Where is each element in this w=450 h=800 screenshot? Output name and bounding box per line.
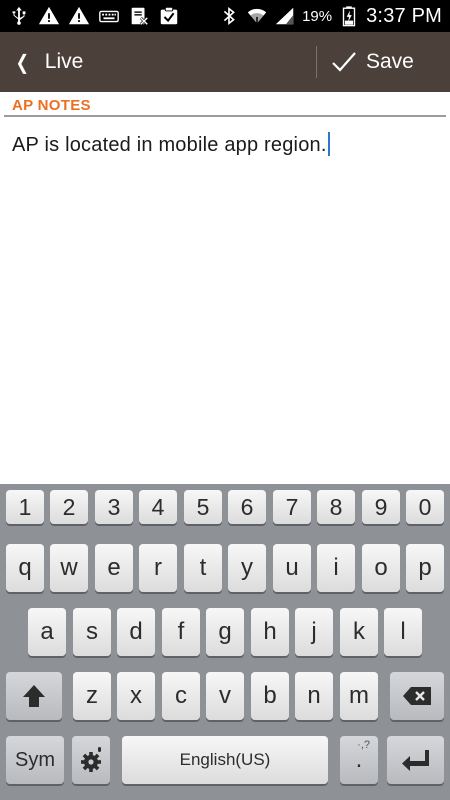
key-z[interactable]: z (73, 672, 111, 720)
soft-keyboard: 1 2 3 4 5 6 7 8 9 0 q w e r t y u i o p … (0, 484, 450, 800)
space-key[interactable]: English(US) (122, 736, 328, 784)
clock: 3:37 PM (366, 4, 442, 27)
back-button[interactable]: ❮ Live (0, 32, 103, 92)
clipboard-check-icon (158, 5, 180, 27)
key-f[interactable]: f (162, 608, 200, 656)
key-n[interactable]: n (295, 672, 333, 720)
period-key-hint: ·,? (357, 739, 370, 751)
signal-icon (274, 5, 296, 27)
notes-textarea[interactable]: AP is located in mobile app region. (0, 118, 450, 484)
status-system: 19% 3:37 PM (218, 5, 442, 28)
action-bar-divider (316, 46, 317, 78)
key-q[interactable]: q (6, 544, 44, 592)
key-5[interactable]: 5 (184, 490, 222, 524)
warning-icon (38, 5, 60, 27)
keyboard-icon (98, 5, 120, 27)
action-bar: ❮ Live Save (0, 32, 450, 92)
sym-key-label: Sym (15, 748, 55, 771)
enter-icon (401, 750, 429, 771)
key-2[interactable]: 2 (50, 490, 88, 524)
key-7[interactable]: 7 (273, 490, 311, 524)
keyboard-row-3: z x c v b n m (0, 672, 450, 728)
key-v[interactable]: v (206, 672, 244, 720)
backspace-key[interactable] (390, 672, 444, 720)
battery-icon (338, 5, 360, 27)
warning-icon (68, 5, 90, 27)
keyboard-row-1: q w e r t y u i o p (0, 544, 450, 600)
shift-icon (23, 685, 45, 707)
key-1[interactable]: 1 (6, 490, 44, 524)
section-divider (4, 115, 446, 117)
enter-key[interactable] (387, 736, 444, 784)
key-a[interactable]: a (28, 608, 66, 656)
key-m[interactable]: m (340, 672, 378, 720)
clipboard-x-icon (128, 5, 150, 27)
key-k[interactable]: k (340, 608, 378, 656)
settings-key[interactable] (72, 736, 110, 784)
key-j[interactable]: j (295, 608, 333, 656)
period-key[interactable]: ·,? . (340, 736, 378, 784)
key-t[interactable]: t (184, 544, 222, 592)
key-o[interactable]: o (362, 544, 400, 592)
save-button[interactable]: Save (330, 32, 414, 92)
section-title: AP NOTES (12, 96, 91, 114)
key-x[interactable]: x (117, 672, 155, 720)
key-4[interactable]: 4 (139, 490, 177, 524)
usb-icon (8, 5, 30, 27)
shift-key[interactable] (6, 672, 62, 720)
key-c[interactable]: c (162, 672, 200, 720)
key-s[interactable]: s (73, 608, 111, 656)
battery-percent: 19% (302, 7, 333, 25)
sym-key[interactable]: Sym (6, 736, 64, 784)
text-cursor (327, 132, 330, 156)
key-u[interactable]: u (273, 544, 311, 592)
key-r[interactable]: r (139, 544, 177, 592)
keyboard-bottom-row: Sym English(US) ·,? . (0, 736, 450, 792)
key-b[interactable]: b (251, 672, 289, 720)
key-i[interactable]: i (317, 544, 355, 592)
bluetooth-icon (218, 5, 240, 27)
back-button-label: Live (44, 50, 84, 73)
chevron-left-icon: ❮ (15, 51, 30, 74)
keyboard-number-row: 1 2 3 4 5 6 7 8 9 0 (0, 490, 450, 546)
key-e[interactable]: e (95, 544, 133, 592)
notes-text: AP is located in mobile app region. (12, 134, 327, 156)
wifi-icon (246, 5, 268, 27)
backspace-icon (403, 687, 431, 705)
space-language-label: English(US) (179, 750, 271, 769)
key-w[interactable]: w (50, 544, 88, 592)
save-button-label: Save (366, 50, 414, 73)
checkmark-icon (332, 52, 356, 72)
key-l[interactable]: l (384, 608, 422, 656)
key-0[interactable]: 0 (406, 490, 444, 524)
key-g[interactable]: g (206, 608, 244, 656)
key-3[interactable]: 3 (95, 490, 133, 524)
key-6[interactable]: 6 (228, 490, 266, 524)
status-notifications (8, 5, 180, 27)
status-bar: 19% 3:37 PM (0, 0, 450, 32)
key-9[interactable]: 9 (362, 490, 400, 524)
gear-icon (81, 747, 101, 772)
keyboard-row-2: a s d f g h j k l (0, 608, 450, 664)
key-d[interactable]: d (117, 608, 155, 656)
key-h[interactable]: h (251, 608, 289, 656)
key-8[interactable]: 8 (317, 490, 355, 524)
key-y[interactable]: y (228, 544, 266, 592)
key-p[interactable]: p (406, 544, 444, 592)
